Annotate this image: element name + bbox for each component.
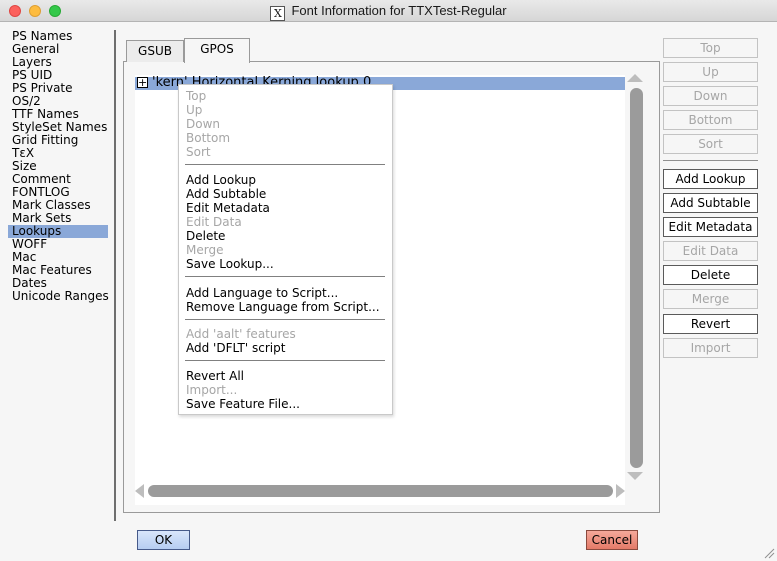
menu-item-sort[interactable]: Sort (186, 145, 211, 159)
menu-item-add-dflt[interactable]: Add 'DFLT' script (186, 341, 285, 355)
menu-item-edit-data[interactable]: Edit Data (186, 215, 242, 229)
sidebar-divider (114, 30, 116, 521)
menu-item-add-subtable[interactable]: Add Subtable (186, 187, 266, 201)
scroll-left-arrow-icon[interactable] (135, 484, 144, 498)
ok-button[interactable]: OK (137, 530, 190, 550)
menu-item-add-aalt[interactable]: Add 'aalt' features (186, 327, 296, 341)
edit-metadata-button[interactable]: Edit Metadata (663, 217, 758, 237)
scroll-right-arrow-icon[interactable] (616, 484, 625, 498)
revert-button[interactable]: Revert (663, 314, 758, 334)
menu-separator (185, 360, 385, 361)
button-separator (663, 160, 758, 161)
resize-grip-icon[interactable] (763, 547, 775, 559)
vertical-scroll-thumb[interactable] (630, 88, 643, 468)
menu-item-remove-language[interactable]: Remove Language from Script... (186, 300, 380, 314)
expand-plus-icon[interactable]: + (137, 77, 148, 88)
menu-separator (185, 276, 385, 277)
add-lookup-button[interactable]: Add Lookup (663, 169, 758, 189)
menu-item-save-lookup[interactable]: Save Lookup... (186, 257, 274, 271)
tab-gpos[interactable]: GPOS (184, 38, 250, 63)
edit-data-button[interactable]: Edit Data (663, 241, 758, 261)
menu-item-down[interactable]: Down (186, 117, 220, 131)
menu-item-save-feature-file[interactable]: Save Feature File... (186, 397, 300, 411)
title-wrap: X Font Information for TTXTest-Regular (0, 3, 777, 21)
down-button[interactable]: Down (663, 86, 758, 106)
window-title: Font Information for TTXTest-Regular (291, 3, 507, 18)
dialog-content: PS Names General Layers PS UID PS Privat… (0, 22, 777, 561)
menu-separator (185, 319, 385, 320)
add-subtable-button[interactable]: Add Subtable (663, 193, 758, 213)
menu-item-import[interactable]: Import... (186, 383, 237, 397)
menu-item-revert-all[interactable]: Revert All (186, 369, 244, 383)
horizontal-scrollbar[interactable] (135, 483, 625, 499)
horizontal-scroll-thumb[interactable] (148, 485, 613, 497)
bottom-button[interactable]: Bottom (663, 110, 758, 130)
top-button[interactable]: Top (663, 38, 758, 58)
sort-button[interactable]: Sort (663, 134, 758, 154)
context-menu: Top Up Down Bottom Sort Add Lookup Add S… (178, 84, 393, 415)
sidebar: PS Names General Layers PS UID PS Privat… (8, 30, 109, 303)
delete-button[interactable]: Delete (663, 265, 758, 285)
x11-app-icon: X (270, 6, 286, 21)
menu-item-add-language[interactable]: Add Language to Script... (186, 286, 338, 300)
menu-item-delete[interactable]: Delete (186, 229, 225, 243)
scroll-down-arrow-icon[interactable] (627, 472, 643, 480)
tab-gsub[interactable]: GSUB (126, 40, 184, 62)
menu-separator (185, 164, 385, 165)
menu-item-merge[interactable]: Merge (186, 243, 223, 257)
import-button[interactable]: Import (663, 338, 758, 358)
scroll-up-arrow-icon[interactable] (627, 74, 643, 82)
merge-button[interactable]: Merge (663, 289, 758, 309)
menu-item-edit-metadata[interactable]: Edit Metadata (186, 201, 270, 215)
up-button[interactable]: Up (663, 62, 758, 82)
menu-item-top[interactable]: Top (186, 89, 206, 103)
menu-item-add-lookup[interactable]: Add Lookup (186, 173, 256, 187)
menu-item-up[interactable]: Up (186, 103, 202, 117)
cancel-button[interactable]: Cancel (586, 530, 638, 550)
menu-item-bottom[interactable]: Bottom (186, 131, 230, 145)
sidebar-item-unicode-ranges[interactable]: Unicode Ranges (8, 290, 109, 303)
vertical-scrollbar[interactable] (627, 74, 647, 484)
title-bar: X Font Information for TTXTest-Regular (0, 0, 777, 22)
